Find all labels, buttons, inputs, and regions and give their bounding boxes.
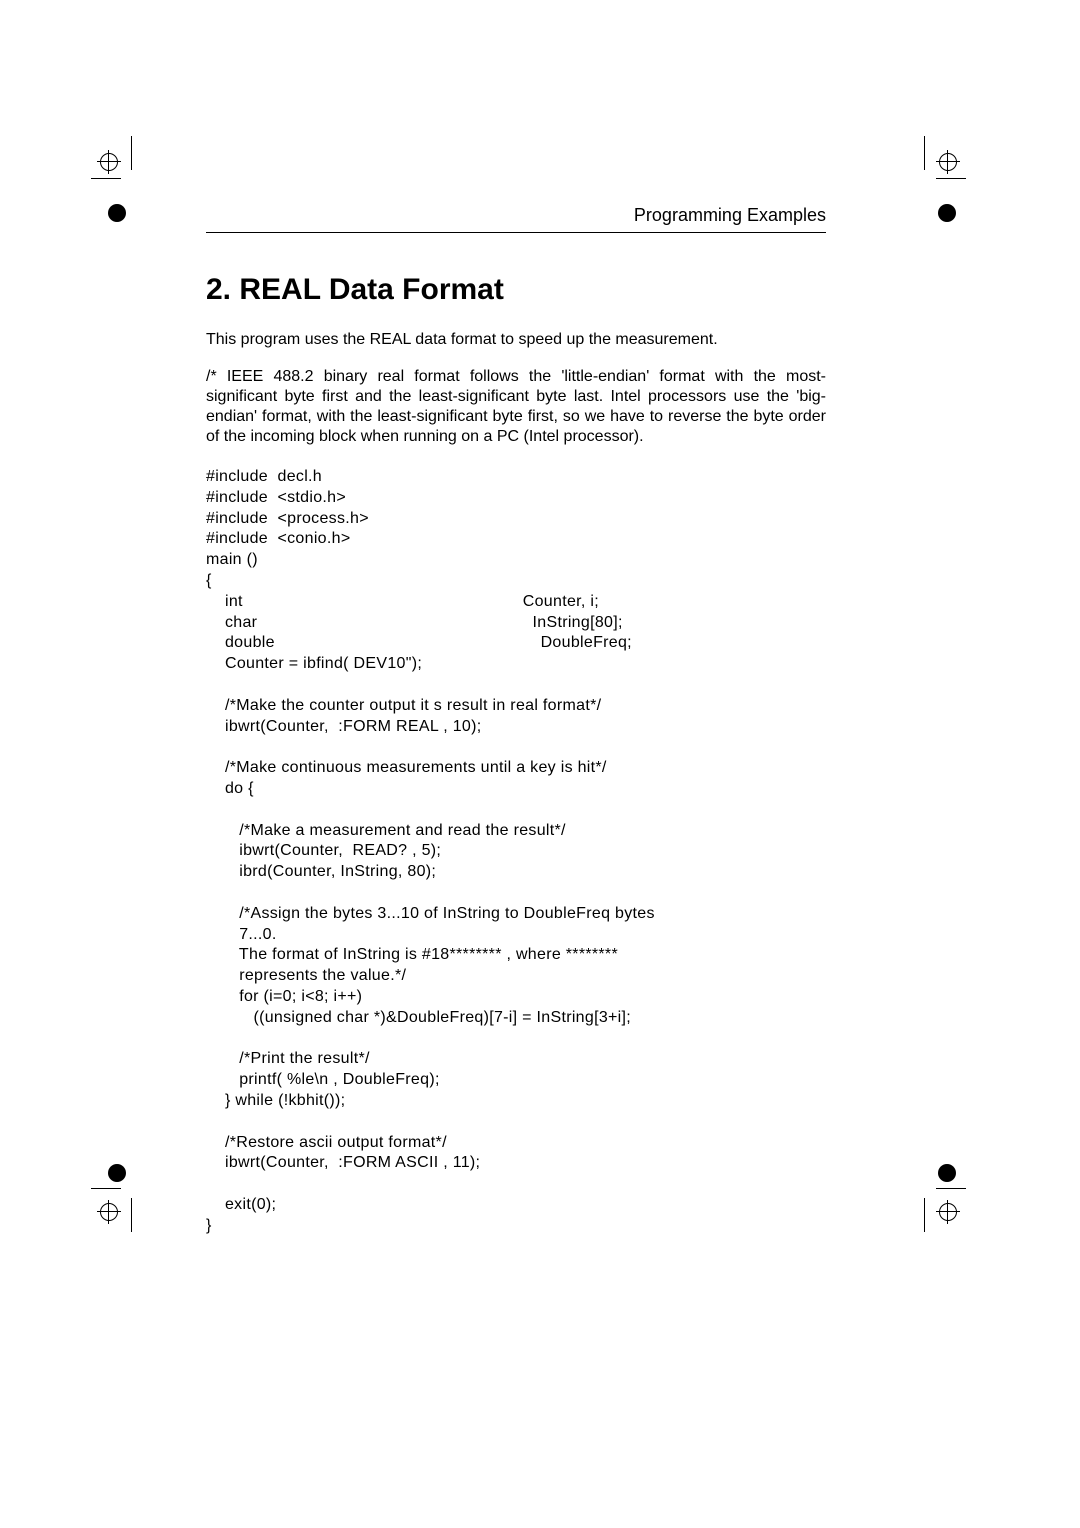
header-rule: [206, 232, 826, 233]
page-title: 2. REAL Data Format: [206, 273, 826, 307]
code-listing: #include decl.h #include <stdio.h> #incl…: [206, 467, 826, 1236]
page: Programming Examples 2. REAL Data Format…: [0, 0, 1080, 1528]
dot-br: [938, 1164, 956, 1182]
crop-mark-bl: [95, 1188, 135, 1228]
dot-tl: [108, 204, 126, 222]
running-header: Programming Examples: [206, 205, 826, 226]
explanation-paragraph: /* IEEE 488.2 binary real format follows…: [206, 367, 826, 447]
dot-tr: [938, 204, 956, 222]
content-area: Programming Examples 2. REAL Data Format…: [206, 205, 826, 1236]
crop-mark-tr: [930, 148, 970, 188]
crop-mark-br: [930, 1188, 970, 1228]
intro-paragraph: This program uses the REAL data format t…: [206, 331, 826, 349]
crop-mark-tl: [95, 148, 135, 188]
dot-bl: [108, 1164, 126, 1182]
